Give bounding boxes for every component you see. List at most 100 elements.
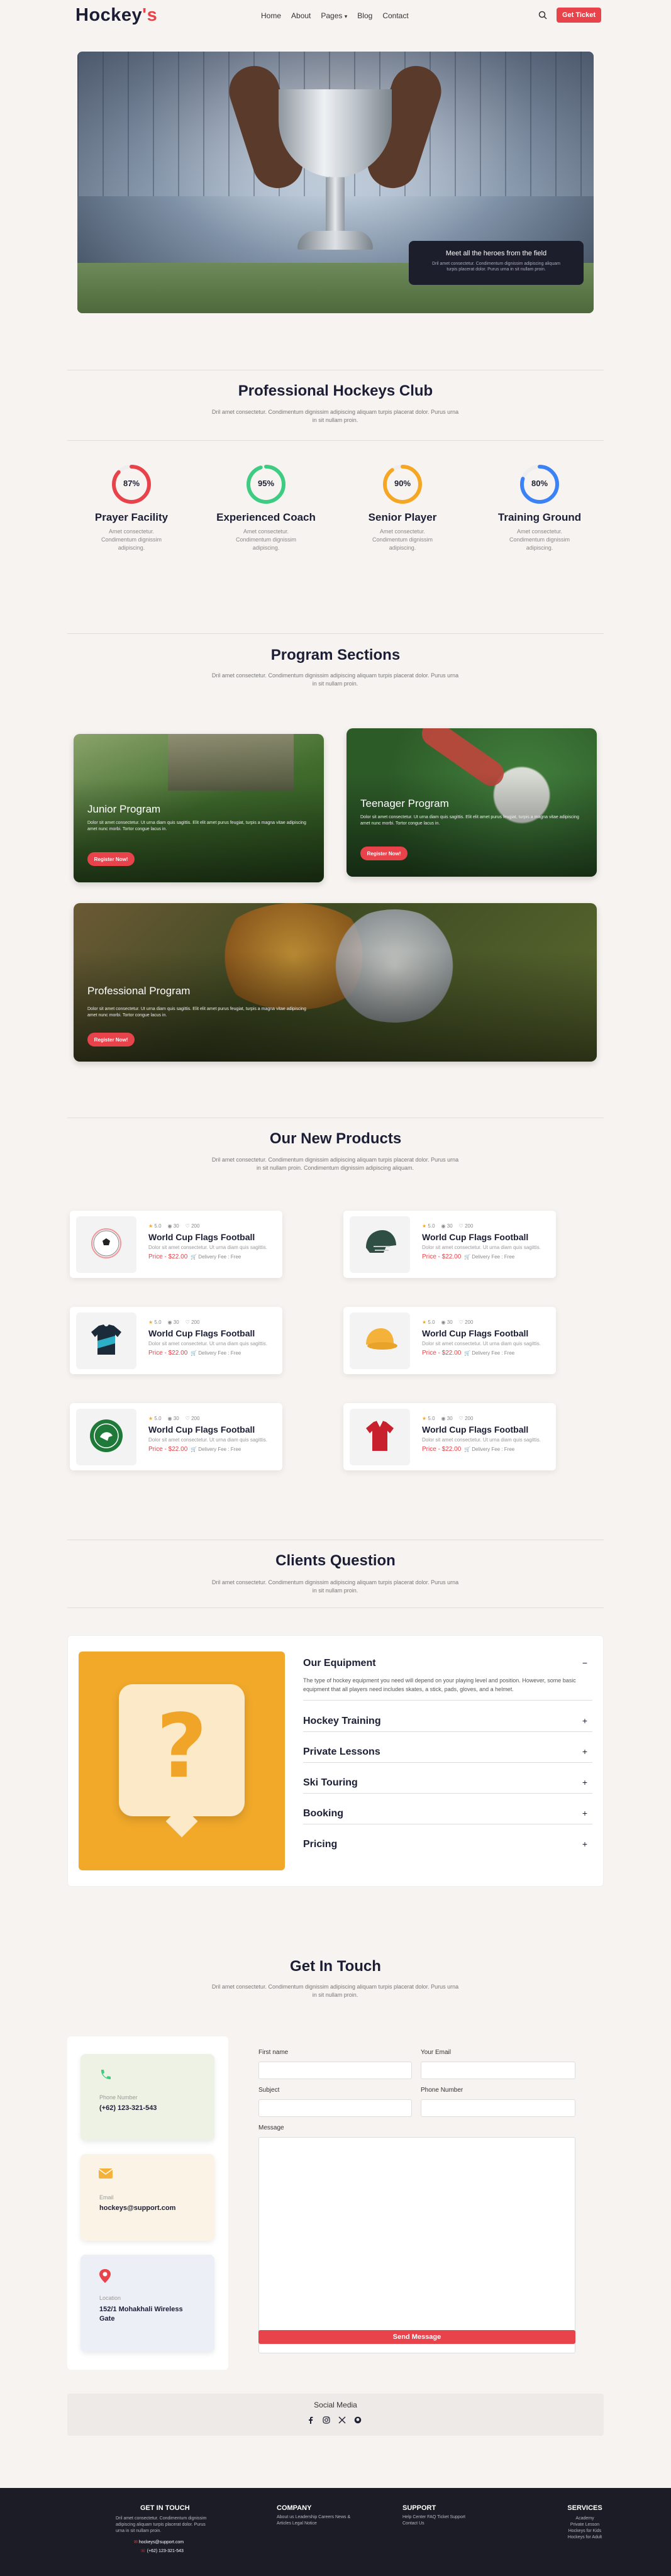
plus-icon[interactable]: + xyxy=(582,1716,587,1726)
plus-icon[interactable]: + xyxy=(582,1808,587,1818)
product-name[interactable]: World Cup Flags Football xyxy=(422,1424,528,1435)
x-icon[interactable] xyxy=(338,2416,346,2427)
footer-email[interactable]: ✉ hockeys@support.com xyxy=(134,2540,184,2546)
email-input[interactable] xyxy=(421,2062,575,2079)
product-card[interactable]: ★ 5.0 ◉ 30 ♡ 200 World Cup Flags Football Do… xyxy=(70,1307,282,1374)
github-icon[interactable] xyxy=(354,2416,362,2427)
subject-input[interactable] xyxy=(258,2099,412,2117)
stat-percent: 90% xyxy=(394,479,411,488)
program-card-teenager[interactable]: Teenager Program Dolor sit amet consecte… xyxy=(347,728,597,877)
contact-desc: Dril amet consectetur. Condimentum digni… xyxy=(211,1984,459,1998)
rating-value: 5.0 xyxy=(154,1319,162,1325)
search-icon[interactable] xyxy=(538,11,547,19)
heart-icon: ♡ xyxy=(458,1319,463,1325)
logo-mark: 's xyxy=(142,5,158,25)
message-label: Message xyxy=(258,2124,284,2131)
faq-item[interactable]: Booking + xyxy=(303,1808,592,1824)
product-name[interactable]: World Cup Flags Football xyxy=(422,1328,528,1338)
program-desc: Dolor sit amet consectetur. Ut urna diam… xyxy=(87,1007,306,1018)
nav-contact[interactable]: Contact xyxy=(382,11,408,20)
stat-label: Training Ground xyxy=(497,511,582,523)
facebook-icon[interactable] xyxy=(307,2416,314,2427)
register-button[interactable]: Register Now! xyxy=(87,1033,135,1046)
likes[interactable]: ♡ 200 xyxy=(186,1223,200,1229)
divider xyxy=(67,633,604,634)
register-button[interactable]: Register Now! xyxy=(87,852,135,866)
nav-home[interactable]: Home xyxy=(261,11,281,20)
send-message-button[interactable]: Send Message xyxy=(258,2330,575,2344)
product-card[interactable]: ★ 5.0 ◉ 30 ♡ 200 World Cup Flags Football Do… xyxy=(343,1307,556,1374)
delivery-text: Delivery Fee : Free xyxy=(198,1446,241,1452)
nav-pages-label: Pages xyxy=(321,11,343,20)
minus-icon[interactable]: − xyxy=(582,1658,587,1668)
helmet-icon xyxy=(361,1228,399,1262)
product-card[interactable]: ★ 5.0 ◉ 30 ♡ 200 World Cup Flags Football Do… xyxy=(70,1211,282,1278)
product-name[interactable]: World Cup Flags Football xyxy=(148,1328,255,1338)
product-card[interactable]: ★ 5.0 ◉ 30 ♡ 200 World Cup Flags Football Do… xyxy=(70,1403,282,1470)
likes[interactable]: ♡ 200 xyxy=(459,1416,474,1421)
program-card-junior[interactable]: Junior Program Dolor sit amet consectetu… xyxy=(74,734,324,882)
product-card[interactable]: ★ 5.0 ◉ 30 ♡ 200 World Cup Flags Football Do… xyxy=(343,1403,556,1470)
footer-service-link[interactable]: Academy xyxy=(553,2516,616,2522)
hero-card: Meet all the heroes from the field Dril … xyxy=(409,241,584,285)
likes[interactable]: ♡ 200 xyxy=(459,1223,474,1229)
phone-icon: ☏ xyxy=(140,2549,147,2553)
footer: GET IN TOUCH Dril amet consectetur. Cond… xyxy=(0,2488,671,2576)
product-price: Price - $22.00 xyxy=(422,1446,462,1453)
footer-service-link[interactable]: Hockeys for Kids xyxy=(553,2528,616,2534)
faq-item-open[interactable]: Our Equipment − The type of hockey equip… xyxy=(303,1658,592,1701)
register-button[interactable]: Register Now! xyxy=(360,847,408,860)
programs-desc: Dril amet consectetur. Condimentum digni… xyxy=(211,672,459,687)
faq-item[interactable]: Private Lessons + xyxy=(303,1746,592,1763)
logo[interactable]: Hockey's xyxy=(75,5,157,26)
get-ticket-button[interactable]: Get Ticket xyxy=(557,8,601,23)
subject-label: Subject xyxy=(258,2087,280,2094)
badge-icon xyxy=(89,1418,124,1457)
rating-value: 5.0 xyxy=(428,1319,435,1325)
likes[interactable]: ♡ 200 xyxy=(459,1319,474,1325)
product-name[interactable]: World Cup Flags Football xyxy=(148,1424,255,1435)
footer-service-link[interactable]: Private Lesson xyxy=(553,2522,616,2528)
phone-input[interactable] xyxy=(421,2099,575,2117)
faq-item[interactable]: Pricing + xyxy=(303,1839,592,1855)
heart-icon: ♡ xyxy=(185,1223,190,1229)
chevron-down-icon: ▾ xyxy=(344,13,348,19)
nav-pages[interactable]: Pages ▾ xyxy=(321,11,347,20)
stat-label: Experienced Coach xyxy=(216,511,316,523)
product-image xyxy=(350,1216,410,1273)
heart-icon: ♡ xyxy=(458,1416,463,1421)
footer-company-links[interactable]: About us Leadership Careers News & Artic… xyxy=(277,2514,351,2527)
plus-icon[interactable]: + xyxy=(582,1746,587,1757)
plus-icon[interactable]: + xyxy=(582,1839,587,1849)
likes[interactable]: ♡ 200 xyxy=(186,1416,200,1421)
faq-item[interactable]: Hockey Training + xyxy=(303,1716,592,1732)
star-icon: ★ xyxy=(148,1319,153,1325)
phone-icon xyxy=(98,2068,112,2082)
progress-ring: 95% xyxy=(245,464,287,505)
first-name-input[interactable] xyxy=(258,2062,412,2079)
product-card[interactable]: ★ 5.0 ◉ 30 ♡ 200 World Cup Flags Football Do… xyxy=(343,1211,556,1278)
program-card-professional[interactable]: Professional Program Dolor sit amet cons… xyxy=(74,903,597,1062)
views-value: 30 xyxy=(446,1223,453,1229)
stat-percent: 95% xyxy=(257,479,275,488)
product-desc: Dolor sit amet consectetur. Ut urna diam… xyxy=(148,1245,267,1250)
product-name[interactable]: World Cup Flags Football xyxy=(422,1232,528,1242)
faq-question: Ski Touring xyxy=(303,1777,358,1788)
nav-about[interactable]: About xyxy=(291,11,311,20)
footer-service-link[interactable]: Hockeys for Adult xyxy=(553,2534,616,2541)
nav-blog[interactable]: Blog xyxy=(357,11,372,20)
stat-desc: Amet consectetur. Condimentum dignissim … xyxy=(372,528,433,552)
product-name[interactable]: World Cup Flags Football xyxy=(148,1232,255,1242)
faq-item[interactable]: Ski Touring + xyxy=(303,1777,592,1794)
product-meta: ★ 5.0 ◉ 30 ♡ 200 xyxy=(148,1416,199,1421)
faq-answer: The type of hockey equipment you need wi… xyxy=(303,1677,576,1692)
instagram-icon[interactable] xyxy=(323,2416,330,2427)
message-textarea[interactable] xyxy=(258,2137,575,2353)
footer-services-title: SERVICES xyxy=(567,2504,602,2512)
likes[interactable]: ♡ 200 xyxy=(186,1319,200,1325)
footer-support-links[interactable]: Help Center FAQ Ticket Support Contact U… xyxy=(402,2514,465,2527)
footer-phone[interactable]: ☏ (+62) 123-321-543 xyxy=(140,2548,184,2555)
plus-icon[interactable]: + xyxy=(582,1777,587,1787)
views: ◉ 30 xyxy=(441,1416,453,1421)
rating: ★ 5.0 xyxy=(422,1223,435,1229)
